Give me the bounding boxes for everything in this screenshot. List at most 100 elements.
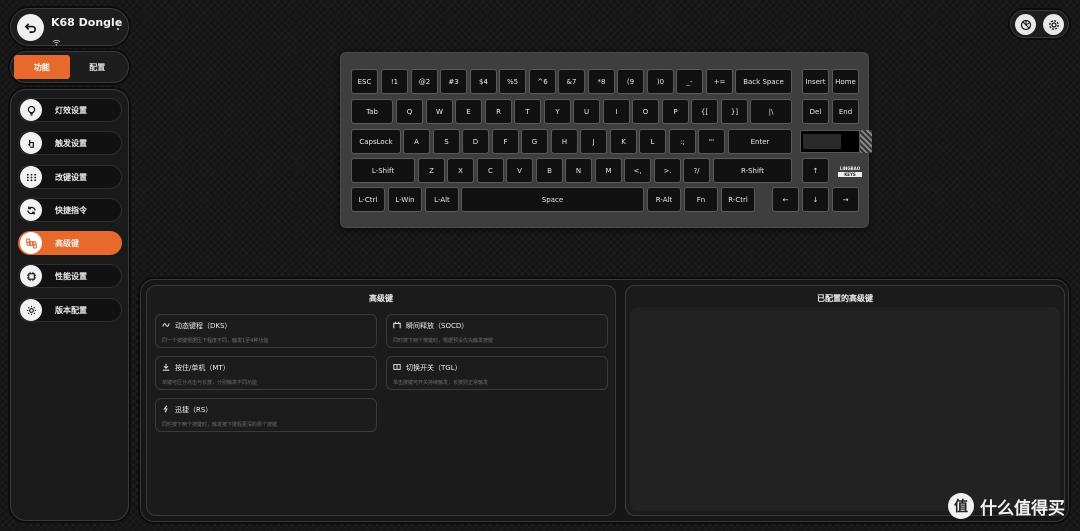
card-title: 按住/单机（MT）: [175, 364, 230, 372]
sidebar-item-shortcut[interactable]: 快捷指令: [18, 198, 122, 222]
key[interactable]: H: [551, 129, 578, 154]
card-socd[interactable]: 瞬间释放（SOCD） 同时按下两个按键时，根据预设优先触发按键: [386, 314, 608, 348]
key[interactable]: P: [662, 99, 689, 124]
device-selector[interactable]: K68 Dongle: [10, 8, 129, 46]
key[interactable]: ESC: [351, 69, 378, 94]
key-ralt[interactable]: R-Alt: [647, 187, 681, 212]
knob-icon[interactable]: [860, 130, 872, 153]
key[interactable]: ?/: [683, 158, 710, 183]
key[interactable]: "': [698, 129, 725, 154]
key-down[interactable]: ↓: [802, 187, 829, 212]
key-fn[interactable]: Fn: [684, 187, 718, 212]
key[interactable]: S: [433, 129, 460, 154]
key[interactable]: L: [639, 129, 666, 154]
theme-icon[interactable]: [1015, 14, 1036, 35]
key[interactable]: End: [832, 99, 859, 124]
key[interactable]: &7: [558, 69, 585, 94]
key-tab[interactable]: Tab: [351, 99, 393, 124]
key[interactable]: G: [521, 129, 548, 154]
key[interactable]: *8: [588, 69, 615, 94]
card-dks[interactable]: 动态键程（DKS） 同一个按键根据压下程度不同，触发1至4种功能: [155, 314, 377, 348]
key[interactable]: Y: [544, 99, 571, 124]
key[interactable]: %5: [499, 69, 526, 94]
key[interactable]: (9: [617, 69, 644, 94]
key[interactable]: ^6: [529, 69, 556, 94]
tab-config[interactable]: 配置: [70, 55, 126, 79]
device-name: K68 Dongle: [51, 16, 123, 29]
key-rctrl[interactable]: R-Ctrl: [721, 187, 755, 212]
key[interactable]: D: [462, 129, 489, 154]
bottom-section: 高级键 动态键程（DKS） 同一个按键根据压下程度不同，触发1至4种功能 瞬间释…: [140, 279, 1069, 522]
key-space[interactable]: Space: [461, 187, 644, 212]
key[interactable]: )0: [647, 69, 674, 94]
key[interactable]: >.: [654, 158, 681, 183]
more-options-icon[interactable]: [115, 20, 121, 30]
key[interactable]: I: [603, 99, 630, 124]
key[interactable]: M: [595, 158, 622, 183]
sidebar-item-label: 改键设置: [55, 172, 87, 182]
key-capslock[interactable]: CapsLock: [351, 129, 401, 154]
key[interactable]: +=: [706, 69, 733, 94]
key[interactable]: Del: [802, 99, 829, 124]
sidebar-item-remap[interactable]: 改键设置: [18, 165, 122, 189]
card-tgl[interactable]: 切换开关（TGL） 单击按键可开关持续触发，长按则正常触发: [386, 356, 608, 390]
key[interactable]: $4: [470, 69, 497, 94]
key[interactable]: W: [426, 99, 453, 124]
key[interactable]: |\: [750, 99, 792, 124]
brand-logo: LINGBAO KEYS: [838, 166, 862, 177]
key-right[interactable]: →: [832, 187, 859, 212]
key-enter[interactable]: Enter: [728, 129, 792, 154]
key[interactable]: T: [514, 99, 541, 124]
key[interactable]: _-: [676, 69, 703, 94]
key[interactable]: Z: [418, 158, 445, 183]
key[interactable]: K: [610, 129, 637, 154]
tab-function[interactable]: 功能: [14, 55, 70, 79]
key[interactable]: {[: [691, 99, 718, 124]
key[interactable]: B: [536, 158, 563, 183]
sidebar-item-label: 高级键: [55, 238, 79, 248]
key[interactable]: R: [485, 99, 512, 124]
key[interactable]: E: [455, 99, 482, 124]
settings-gear-icon[interactable]: [1043, 14, 1064, 35]
sidebar-item-label: 触发设置: [55, 138, 87, 148]
touch-icon: [20, 132, 42, 154]
key[interactable]: V: [506, 158, 533, 183]
card-mt[interactable]: 按住/单机（MT） 单键可区分点击与长按，分别触发不同功能: [155, 356, 377, 390]
key[interactable]: U: [573, 99, 600, 124]
key-backspace[interactable]: Back Space: [735, 69, 792, 94]
key[interactable]: A: [403, 129, 430, 154]
sidebar-item-advanced-keys[interactable]: 高级键: [18, 231, 122, 255]
key[interactable]: <,: [624, 158, 651, 183]
card-desc: 同时按下两个按键时，触发按下键程更深的那个按键: [162, 422, 278, 428]
back-icon[interactable]: [17, 14, 44, 41]
key[interactable]: O: [632, 99, 659, 124]
key[interactable]: @2: [411, 69, 438, 94]
key[interactable]: N: [565, 158, 592, 183]
key[interactable]: F: [492, 129, 519, 154]
sidebar-item-trigger[interactable]: 触发设置: [18, 131, 122, 155]
key[interactable]: !1: [381, 69, 408, 94]
key[interactable]: :;: [669, 129, 696, 154]
key[interactable]: C: [477, 158, 504, 183]
key[interactable]: J: [580, 129, 607, 154]
key[interactable]: Insert: [802, 69, 829, 94]
key-up[interactable]: ↑: [802, 158, 829, 183]
top-right-controls: [1010, 10, 1069, 38]
sidebar-menu: 灯效设置 触发设置 改键设置 快捷指令 高级键 性能设置 版本配置: [10, 89, 129, 521]
key[interactable]: Home: [832, 69, 859, 94]
key-lwin[interactable]: L-Win: [388, 187, 422, 212]
key-lshift[interactable]: L-Shift: [351, 158, 415, 183]
key[interactable]: X: [447, 158, 474, 183]
key-left[interactable]: ←: [772, 187, 799, 212]
sidebar-item-lighting[interactable]: 灯效设置: [18, 98, 122, 122]
key[interactable]: }]: [721, 99, 748, 124]
key[interactable]: Q: [396, 99, 423, 124]
card-rs[interactable]: 迅捷（RS） 同时按下两个按键时，触发按下键程更深的那个按键: [155, 398, 377, 432]
socd-icon: [393, 321, 401, 331]
sidebar-item-performance[interactable]: 性能设置: [18, 264, 122, 288]
sidebar-item-version[interactable]: 版本配置: [18, 298, 122, 322]
key-lalt[interactable]: L-Alt: [425, 187, 459, 212]
key[interactable]: #3: [440, 69, 467, 94]
key-rshift[interactable]: R-Shift: [713, 158, 792, 183]
key-lctrl[interactable]: L-Ctrl: [351, 187, 385, 212]
